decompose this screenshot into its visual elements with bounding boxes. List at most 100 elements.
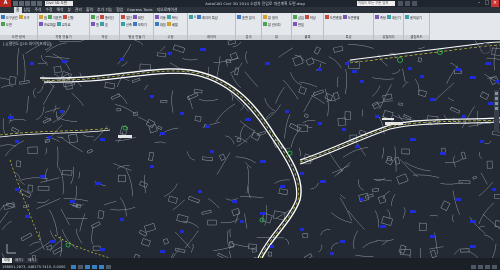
viewport-controls-label[interactable]: [-][평면도][2D 와이어프레임]	[3, 41, 51, 47]
layout-tab[interactable]: 배치1	[13, 258, 26, 263]
street-segment	[213, 245, 235, 251]
pan-icon[interactable]	[495, 92, 498, 95]
lock-icon[interactable]	[485, 265, 490, 269]
street-segment	[379, 84, 392, 110]
ribbon-button[interactable]: 선형	[62, 14, 74, 20]
parcel-outline	[27, 184, 33, 193]
application-menu-button[interactable]: A	[0, 0, 11, 7]
parcel-label-marker	[492, 188, 496, 191]
polar-tracking-icon[interactable]	[92, 264, 98, 269]
parcel-label-marker	[180, 112, 184, 115]
parcel-label-marker	[485, 62, 491, 65]
tool-icon	[39, 22, 43, 26]
exchange-icon[interactable]	[405, 1, 410, 6]
layout-tab[interactable]: 배치2	[26, 258, 39, 263]
street-segment	[117, 93, 128, 105]
ribbon-button[interactable]: 뷰 정의	[263, 14, 278, 20]
ribbon-button[interactable]: 도면층별	[325, 14, 342, 20]
ribbon-panel: 삽입 작성 편집 블록	[292, 13, 324, 40]
search-input[interactable]: 키워드 또는 구문 입력	[357, 1, 395, 6]
ribbon-button[interactable]: 뷰 관리자	[263, 21, 281, 27]
ribbon-button[interactable]: 회전	[132, 14, 144, 20]
ribbon-button[interactable]: 도면층별	[342, 14, 359, 20]
ribbon-button[interactable]: 원	[91, 21, 99, 27]
street-segment	[70, 166, 75, 185]
viewcube[interactable]	[480, 43, 491, 54]
ribbon-button[interactable]: 호	[99, 21, 108, 27]
minimize-button[interactable]: –	[475, 0, 483, 7]
street-segment	[0, 77, 10, 81]
ribbon-button[interactable]: 신축	[121, 21, 132, 27]
ribbon-button[interactable]: 점	[39, 14, 47, 20]
maximize-button[interactable]: □	[483, 0, 491, 7]
street-segment	[119, 197, 127, 217]
layout-tab[interactable]: 모형	[2, 258, 13, 263]
workspace-switch-icon[interactable]	[478, 265, 483, 269]
tool-icon	[325, 15, 329, 19]
ribbon-button[interactable]: 측정	[375, 14, 386, 20]
zoom-icon[interactable]	[495, 97, 498, 100]
new-icon[interactable]	[13, 1, 18, 6]
grid-display-icon[interactable]	[78, 264, 84, 269]
object-snap-icon[interactable]	[99, 264, 105, 269]
sign-in-icon[interactable]	[398, 1, 403, 6]
drawing-canvas[interactable]	[0, 40, 500, 258]
ribbon-button[interactable]: 절단	[121, 14, 132, 20]
ortho-mode-icon[interactable]	[85, 264, 91, 269]
quick-access-toolbar	[13, 1, 42, 6]
street-segment	[404, 161, 431, 172]
parcel-label-marker	[462, 115, 466, 118]
street-segment	[452, 190, 460, 215]
ribbon-button-label: 원	[96, 22, 99, 27]
ribbon-button[interactable]: 도구공간	[1, 14, 18, 20]
annotation-scale-icon[interactable]	[471, 265, 476, 269]
tool-icon	[189, 15, 193, 19]
street-segment	[375, 239, 394, 242]
ribbon-button[interactable]: 모따기	[132, 21, 147, 27]
street-segment	[362, 241, 377, 249]
ribbon-button[interactable]: 레이어 특성	[197, 14, 218, 20]
undo-icon[interactable]	[31, 1, 36, 6]
workspace-select[interactable]: Civil 3D 도면	[45, 1, 73, 6]
redo-icon[interactable]	[37, 1, 42, 6]
ribbon-button[interactable]: 도구	[18, 14, 30, 20]
ribbon-button[interactable]: 배열	[166, 21, 178, 27]
ribbon-button[interactable]: 대칭	[155, 21, 166, 27]
ribbon-button[interactable]: 작성	[304, 14, 316, 20]
ribbon-button[interactable]: 계산기	[386, 14, 401, 20]
ribbon-button[interactable]: 편집	[293, 21, 304, 27]
ribbon-button[interactable]: 표면 분석	[237, 14, 255, 20]
street-segment	[402, 68, 406, 83]
snap-mode-icon[interactable]	[71, 264, 77, 269]
street-segment	[391, 194, 396, 206]
ribbon-button[interactable]: 삽입	[293, 14, 304, 20]
drawing-viewport[interactable]: [-][평면도][2D 와이어프레임]	[0, 40, 500, 258]
ribbon-button[interactable]: 지표면	[47, 14, 62, 20]
ribbon-button[interactable]: 프로파일	[39, 21, 56, 27]
ribbon-button[interactable]: 복사	[166, 14, 178, 20]
showmotion-icon[interactable]	[495, 107, 498, 110]
street-segment	[324, 88, 329, 117]
ribbon-button[interactable]: 붙여넣기	[405, 14, 422, 20]
save-icon[interactable]	[25, 1, 30, 6]
open-icon[interactable]	[19, 1, 24, 6]
ribbon-button[interactable]: 폴리선	[99, 14, 114, 20]
street-segment	[45, 168, 48, 182]
ribbon-button[interactable]: 0	[189, 14, 196, 20]
tool-icon	[99, 22, 104, 26]
parcel-outline	[313, 46, 321, 55]
ribbon-button[interactable]: 이동	[155, 14, 166, 20]
parcel-outline	[460, 151, 467, 160]
help-icon[interactable]	[412, 1, 417, 6]
street-segment	[336, 76, 339, 88]
ribbon-button[interactable]: 도면	[1, 21, 12, 27]
parcel-outline	[141, 238, 151, 247]
lineweight-icon[interactable]	[106, 264, 112, 269]
street-segment	[0, 144, 17, 147]
ribbon-button[interactable]: 선	[91, 14, 99, 20]
parcel-outline	[419, 222, 427, 231]
ribbon-button[interactable]: 교차로	[56, 21, 71, 27]
fullscreen-icon[interactable]	[492, 265, 497, 269]
orbit-icon[interactable]	[495, 102, 498, 105]
close-button[interactable]: ×	[491, 0, 499, 7]
